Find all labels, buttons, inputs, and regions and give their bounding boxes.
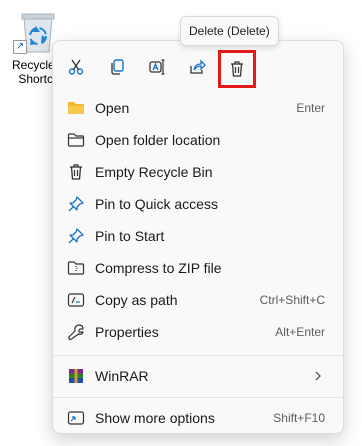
pin-icon [68, 196, 84, 212]
path-icon [67, 293, 85, 307]
menu-item-open[interactable]: Open Enter [57, 93, 339, 123]
copy-icon [111, 59, 124, 75]
folder-icon [68, 102, 84, 114]
rename-button[interactable] [140, 52, 174, 82]
cut-button[interactable] [59, 52, 93, 82]
context-menu: Open Enter Open folder location Empty Re… [52, 40, 344, 434]
trash-icon [231, 61, 243, 77]
share-button[interactable] [180, 52, 214, 82]
menu-item-compress-zip[interactable]: Compress to ZIP file [57, 253, 339, 283]
menu-item-empty-recycle-bin[interactable]: Empty Recycle Bin [57, 157, 339, 187]
wrench-icon [68, 324, 84, 340]
zip-icon [67, 261, 85, 275]
menu-item-show-more-options[interactable]: Show more options Shift+F10 [57, 403, 339, 433]
trash-icon [70, 164, 82, 180]
menu-item-open-folder-location[interactable]: Open folder location [57, 125, 339, 155]
menu-item-label: WinRAR [95, 368, 149, 384]
menu-item-label: Open folder location [95, 132, 221, 148]
menu-separator [53, 397, 343, 398]
menu-item-shortcut: Shift+F10 [273, 411, 325, 425]
rename-icon [149, 59, 165, 75]
share-icon [190, 59, 206, 74]
menu-item-copy-as-path[interactable]: Copy as path Ctrl+Shift+C [57, 285, 339, 315]
menu-separator [53, 355, 343, 356]
context-toolbar [53, 41, 343, 93]
menu-item-shortcut: Enter [296, 101, 325, 115]
menu-item-pin-start[interactable]: Pin to Start [57, 221, 339, 251]
folder-outline-icon [67, 133, 85, 147]
winrar-icon [69, 369, 83, 383]
more-options-icon [67, 411, 85, 425]
shortcut-arrow-icon: ↗ [13, 40, 27, 54]
delete-tooltip: Delete (Delete) [180, 16, 279, 46]
scissors-icon [68, 59, 84, 75]
menu-item-winrar[interactable]: WinRAR [57, 361, 339, 391]
chevron-right-icon [315, 371, 321, 381]
menu-item-properties[interactable]: Properties Alt+Enter [57, 317, 339, 347]
menu-item-label: Open [95, 100, 130, 116]
menu-item-label: Properties [95, 324, 159, 340]
pin-icon [68, 228, 84, 244]
menu-item-label: Pin to Quick access [95, 196, 218, 212]
menu-item-label: Pin to Start [95, 228, 165, 244]
menu-item-label: Show more options [95, 410, 215, 426]
menu-item-pin-quick-access[interactable]: Pin to Quick access [57, 189, 339, 219]
menu-item-shortcut: Ctrl+Shift+C [259, 293, 325, 307]
menu-item-label: Compress to ZIP file [95, 260, 222, 276]
copy-button[interactable] [100, 52, 134, 82]
menu-item-label: Copy as path [95, 292, 178, 308]
delete-button[interactable] [218, 50, 256, 88]
menu-item-label: Empty Recycle Bin [95, 164, 213, 180]
menu-item-shortcut: Alt+Enter [275, 325, 325, 339]
